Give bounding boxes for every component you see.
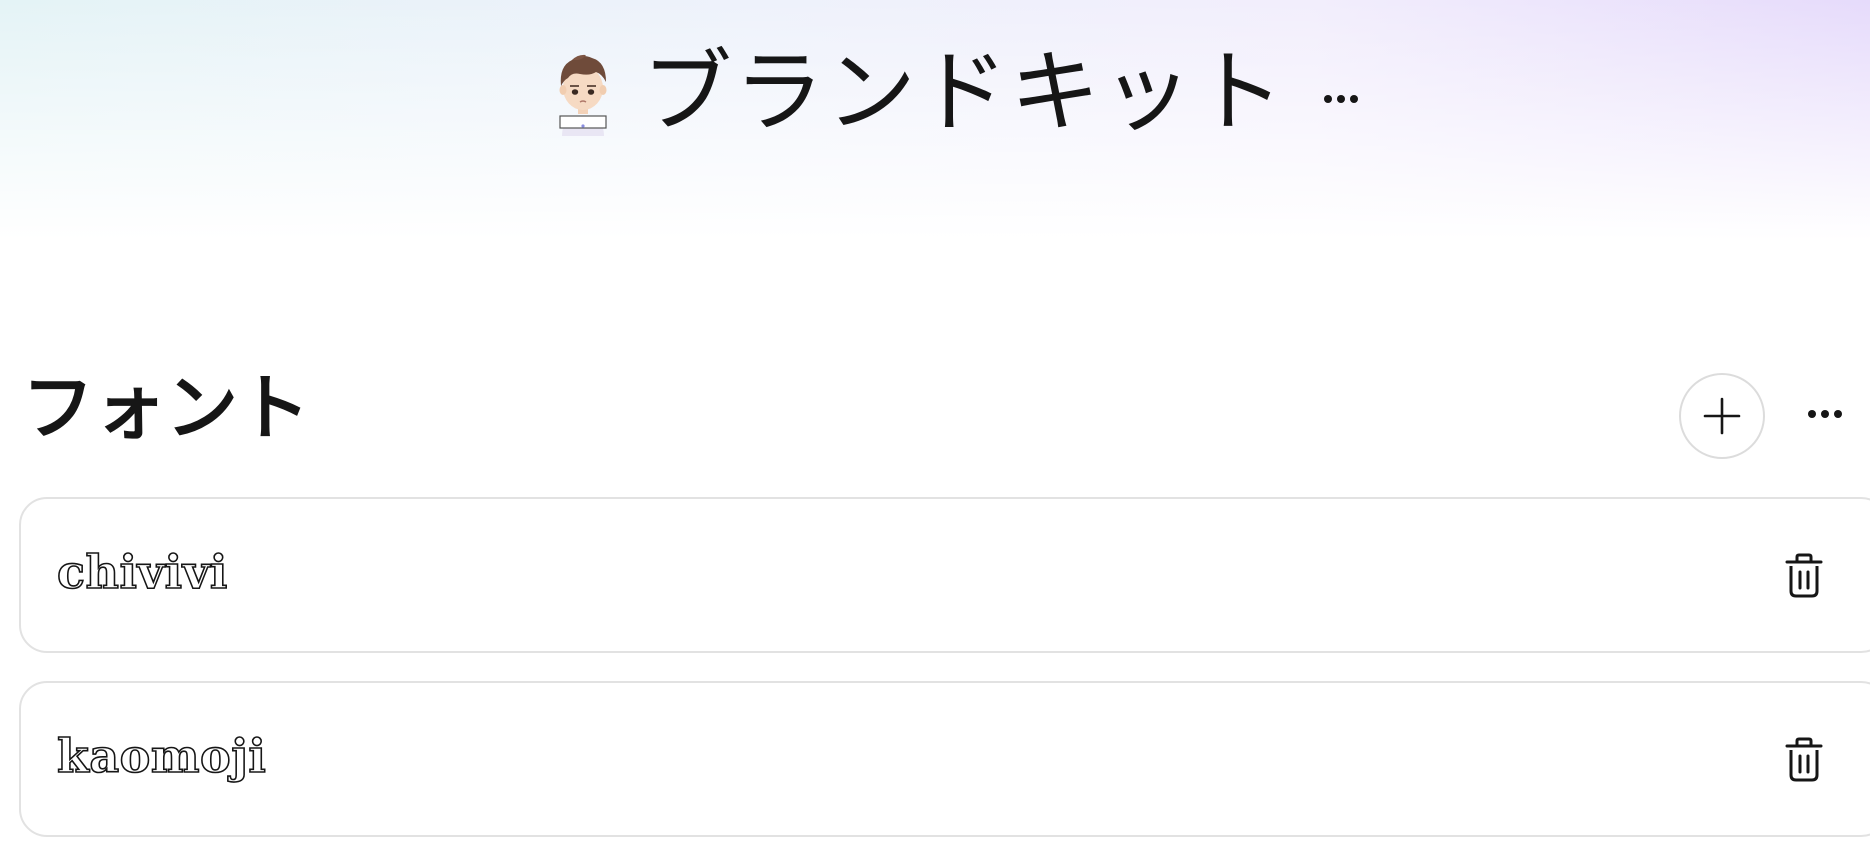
page-header: ブランドキット bbox=[550, 48, 1358, 138]
add-font-button[interactable] bbox=[1679, 373, 1765, 459]
font-list-item[interactable]: kaomoji bbox=[19, 681, 1870, 837]
fonts-section-title: フォント bbox=[22, 366, 311, 450]
fonts-more-button[interactable] bbox=[1808, 410, 1842, 418]
plus-icon bbox=[1703, 397, 1741, 435]
ellipsis-icon bbox=[1324, 95, 1358, 103]
trash-icon bbox=[1785, 553, 1823, 598]
title-more-button[interactable] bbox=[1324, 95, 1358, 103]
ellipsis-icon bbox=[1808, 410, 1842, 418]
avatar[interactable] bbox=[550, 50, 616, 136]
trash-icon bbox=[1785, 737, 1823, 782]
font-name: chivivi bbox=[56, 545, 228, 599]
font-list-item[interactable]: chivivi bbox=[19, 497, 1870, 653]
delete-font-button[interactable] bbox=[1779, 735, 1829, 785]
font-name: kaomoji bbox=[56, 729, 267, 783]
avatar-illustration-icon bbox=[559, 54, 607, 136]
brand-kit-page: ブランドキット フォント chivivi kaomoji bbox=[0, 0, 1870, 864]
delete-font-button[interactable] bbox=[1779, 551, 1829, 601]
page-title: ブランドキット bbox=[642, 40, 1286, 145]
